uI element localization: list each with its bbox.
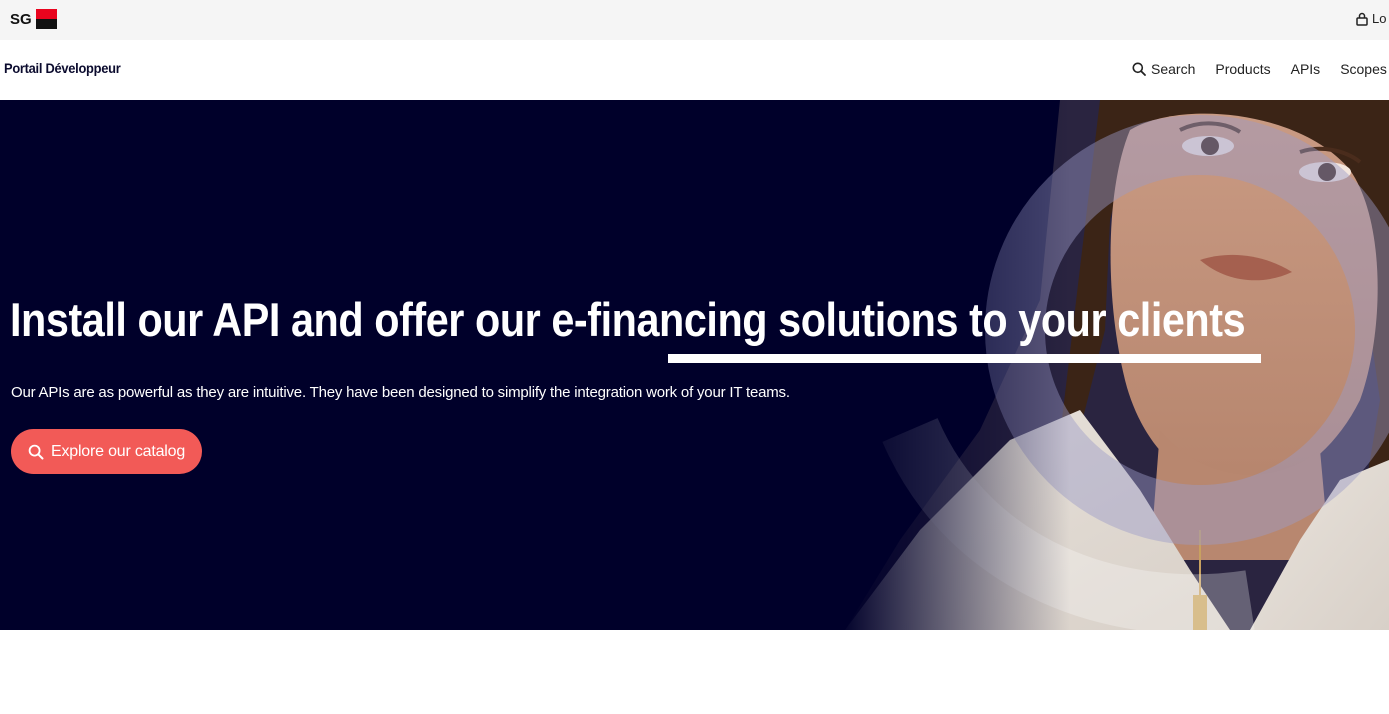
nav-item-products-label: Products [1215, 61, 1271, 77]
nav-menu: Search Products APIs Scopes [1132, 61, 1389, 77]
search-icon [1132, 62, 1146, 76]
hero-subtitle: Our APIs are as powerful as they are int… [11, 384, 790, 401]
nav-item-scopes-label: Scopes [1340, 61, 1387, 77]
hero-banner: Install our API and offer our e-financin… [0, 100, 1389, 630]
next-section [0, 630, 1389, 714]
headline-underline [668, 354, 1261, 363]
login-label: Lo [1372, 11, 1387, 26]
hero-photo-woman [840, 100, 1389, 630]
main-navigation: Portail Développeur Search Products APIs… [0, 40, 1389, 100]
search-icon [28, 444, 44, 459]
hero-headline: Install our API and offer our e-financin… [10, 293, 1246, 346]
nav-item-search-label: Search [1151, 61, 1196, 77]
brand-text: SG [10, 10, 32, 28]
brand-flag-icon [35, 9, 57, 29]
login-link[interactable]: Lo [1356, 11, 1386, 26]
nav-item-apis-label: APIs [1290, 61, 1321, 77]
nav-item-products[interactable]: Products [1215, 61, 1270, 77]
sg-logo[interactable]: SG [10, 8, 57, 30]
nav-item-apis[interactable]: APIs [1291, 61, 1321, 77]
nav-item-search[interactable]: Search [1132, 61, 1195, 77]
nav-item-scopes[interactable]: Scopes [1340, 61, 1387, 77]
explore-catalog-label: Explore our catalog [50, 442, 186, 460]
portal-title[interactable]: Portail Développeur [4, 60, 121, 76]
lock-icon [1356, 12, 1368, 26]
top-utility-bar: SG Lo [0, 0, 1389, 40]
explore-catalog-button[interactable]: Explore our catalog [11, 429, 202, 474]
